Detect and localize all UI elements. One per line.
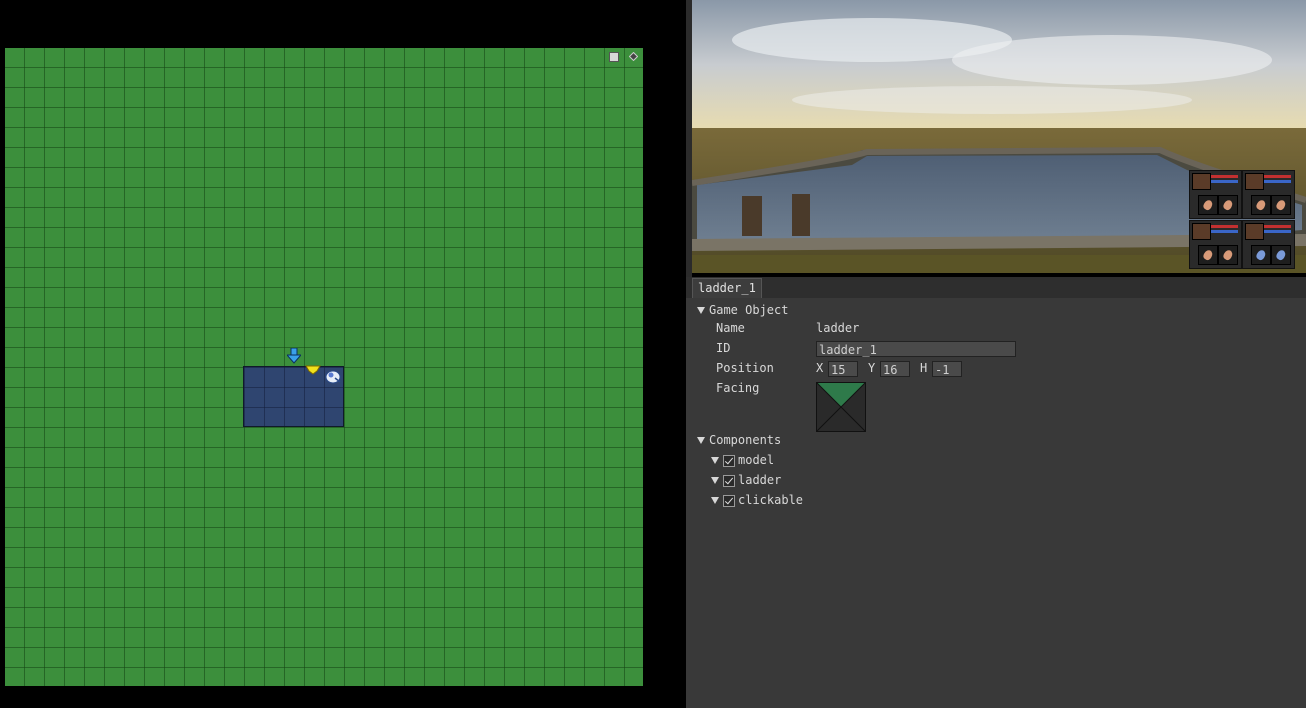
component-label: model — [738, 453, 775, 467]
facing-label: Facing — [716, 381, 760, 395]
component-row-clickable[interactable]: clickable — [711, 491, 803, 509]
component-model-checkbox[interactable] — [723, 454, 735, 467]
health-bar — [1211, 225, 1238, 228]
chevron-down-icon[interactable] — [711, 497, 719, 504]
party-portraits[interactable] — [1189, 170, 1297, 272]
chevron-down-icon[interactable] — [697, 437, 705, 444]
party-arrow-icon[interactable] — [285, 347, 303, 367]
position-label: Position — [716, 361, 774, 375]
portrait-4[interactable] — [1242, 220, 1295, 269]
components-header[interactable]: Components — [697, 431, 781, 449]
component-label: clickable — [738, 493, 804, 507]
id-field[interactable]: ladder_1 — [816, 341, 1016, 357]
right-hand-slot[interactable] — [1218, 245, 1238, 265]
chevron-down-icon[interactable] — [711, 477, 719, 484]
inspector-panel: ladder_1 Game Object Name ladder ID ladd… — [686, 277, 1306, 708]
tab-ladder-1[interactable]: ladder_1 — [692, 278, 762, 298]
square-icon[interactable] — [609, 52, 619, 62]
health-bar — [1264, 225, 1291, 228]
tab-bar: ladder_1 — [686, 277, 1306, 298]
portrait-2[interactable] — [1242, 170, 1295, 219]
left-hand-slot[interactable] — [1251, 245, 1271, 265]
component-row-ladder[interactable]: ladder — [711, 471, 781, 489]
viewport-3d[interactable] — [692, 0, 1306, 273]
y-label: Y — [868, 361, 876, 375]
h-label: H — [920, 361, 928, 375]
avatar — [1245, 223, 1264, 240]
right-hand-slot[interactable] — [1271, 245, 1291, 265]
map-grid[interactable] — [5, 48, 643, 686]
avatar — [1245, 173, 1264, 190]
component-clickable-checkbox[interactable] — [723, 494, 735, 507]
health-bar — [1264, 175, 1291, 178]
portrait-3[interactable] — [1189, 220, 1242, 269]
left-hand-slot[interactable] — [1198, 195, 1218, 215]
facing-selector[interactable] — [816, 382, 866, 435]
avatar — [1192, 173, 1211, 190]
id-label: ID — [716, 341, 731, 355]
left-hand-slot[interactable] — [1251, 195, 1271, 215]
avatar — [1192, 223, 1211, 240]
x-label: X — [816, 361, 824, 375]
energy-bar — [1264, 230, 1291, 233]
energy-bar — [1264, 180, 1291, 183]
health-bar — [1211, 175, 1238, 178]
chevron-down-icon[interactable] — [711, 457, 719, 464]
name-value: ladder — [816, 321, 860, 335]
ladder-marker-icon[interactable] — [305, 364, 321, 378]
right-hand-slot[interactable] — [1271, 195, 1291, 215]
energy-bar — [1211, 230, 1238, 233]
game-object-header[interactable]: Game Object — [697, 301, 788, 319]
name-label: Name — [716, 321, 745, 335]
component-ladder-checkbox[interactable] — [723, 474, 735, 487]
component-label: ladder — [738, 473, 782, 487]
chevron-down-icon[interactable] — [697, 307, 705, 314]
position-x-field[interactable]: 15 — [828, 361, 858, 377]
position-y-field[interactable]: 16 — [880, 361, 910, 377]
position-h-field[interactable]: -1 — [932, 361, 962, 377]
right-hand-slot[interactable] — [1218, 195, 1238, 215]
component-row-model[interactable]: model — [711, 451, 774, 469]
portrait-1[interactable] — [1189, 170, 1242, 219]
diamond-icon[interactable] — [629, 52, 638, 61]
ladder-object-icon[interactable] — [324, 368, 342, 387]
left-hand-slot[interactable] — [1198, 245, 1218, 265]
energy-bar — [1211, 180, 1238, 183]
